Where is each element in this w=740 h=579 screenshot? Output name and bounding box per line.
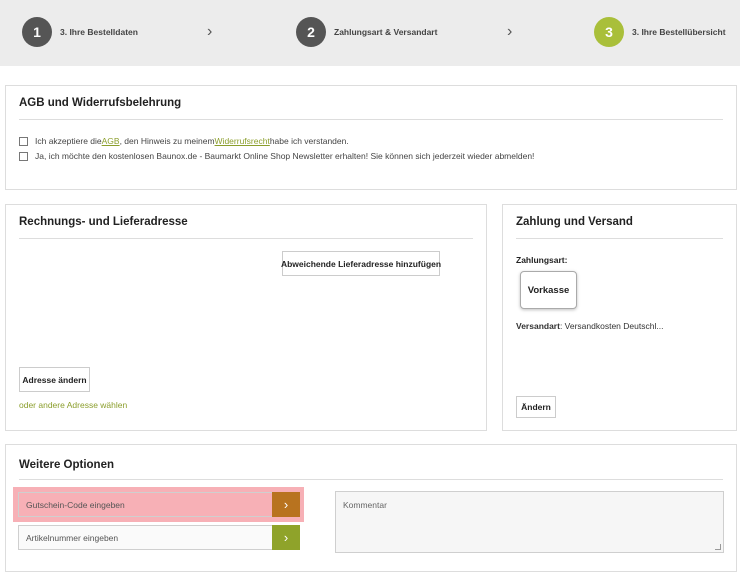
agb-panel: AGB und Widerrufsbelehrung Ich akzeptier… <box>5 85 737 190</box>
newsletter-row: Ja, ich möchte den kostenlosen Baunox.de… <box>19 151 534 161</box>
step-2-label[interactable]: Zahlungsart & Versandart <box>334 27 437 37</box>
chevron-right-icon: › <box>283 497 289 512</box>
article-submit-button[interactable]: › <box>272 525 300 550</box>
address-panel: Rechnungs- und Lieferadresse Abweichende… <box>5 204 487 431</box>
newsletter-text: Ja, ich möchte den kostenlosen Baunox.de… <box>35 151 535 161</box>
chevron-right-icon: › <box>283 530 289 545</box>
change-payment-button[interactable]: Ändern <box>516 396 556 418</box>
divider <box>19 119 723 120</box>
voucher-submit-button[interactable]: › <box>272 492 300 517</box>
agb-consent-row: Ich akzeptiere die AGB , den Hinweis zu … <box>19 136 349 146</box>
agb-text-middle: , den Hinweis zu meinem <box>119 136 215 146</box>
options-title: Weitere Optionen <box>19 459 114 471</box>
shipping-label: Versandart <box>516 321 560 331</box>
step-3-number: 3 <box>594 17 624 47</box>
agb-text-suffix: habe ich verstanden. <box>269 136 349 146</box>
alt-delivery-address-button[interactable]: Abweichende Lieferadresse hinzufügen <box>281 251 441 276</box>
newsletter-checkbox[interactable] <box>19 151 28 161</box>
change-address-button[interactable]: Adresse ändern <box>19 367 90 392</box>
checkout-steps: 1 3. Ihre Bestelldaten › 2 Zahlungsart &… <box>0 0 740 66</box>
step-1-number[interactable]: 1 <box>22 17 52 47</box>
divider <box>19 479 723 480</box>
comment-textarea[interactable]: Kommentar <box>335 491 724 553</box>
step-2-number[interactable]: 2 <box>296 17 326 47</box>
step-1-label[interactable]: 3. Ihre Bestelldaten <box>60 27 138 37</box>
divider <box>19 238 473 239</box>
chevron-right-icon: › <box>507 23 513 40</box>
agb-title: AGB und Widerrufsbelehrung <box>19 97 182 109</box>
payment-title: Zahlung und Versand <box>516 216 633 228</box>
address-title: Rechnungs- und Lieferadresse <box>19 216 188 228</box>
shipping-value: : Versandkosten Deutschl... <box>559 321 664 331</box>
chevron-right-icon: › <box>207 23 213 40</box>
payment-method-vorkasse[interactable]: Vorkasse <box>520 271 577 309</box>
voucher-code-input[interactable]: Gutschein-Code eingeben <box>18 492 273 517</box>
comment-placeholder: Kommentar <box>343 500 387 510</box>
resize-handle-icon[interactable] <box>715 544 721 550</box>
agb-text-prefix: Ich akzeptiere die <box>35 136 102 146</box>
article-number-input[interactable]: Artikelnummer eingeben <box>18 525 273 550</box>
step-3-label: 3. Ihre Bestellübersicht <box>632 27 726 37</box>
agb-link[interactable]: AGB <box>102 136 120 146</box>
divider <box>516 238 723 239</box>
payment-method-label: Zahlungsart: <box>516 255 568 265</box>
choose-other-address-link[interactable]: oder andere Adresse wählen <box>19 400 127 410</box>
widerrufsrecht-link[interactable]: Widerrufsrecht <box>215 136 270 146</box>
shipping-method: Versandart: Versandkosten Deutschl... <box>516 321 663 331</box>
payment-panel: Zahlung und Versand Zahlungsart: Vorkass… <box>502 204 737 431</box>
agb-checkbox[interactable] <box>19 136 28 146</box>
